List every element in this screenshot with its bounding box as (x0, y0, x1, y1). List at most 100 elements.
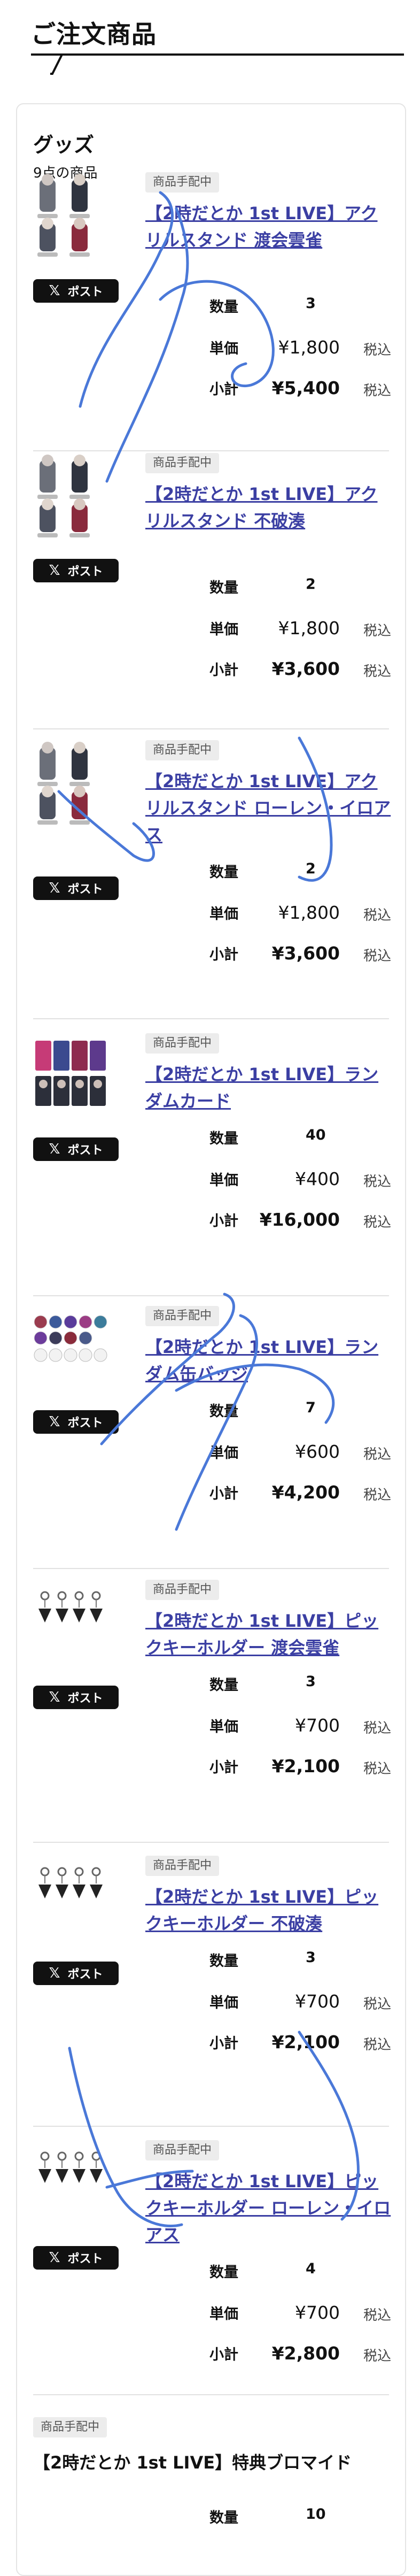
subtotal-row: 小計 ¥2,100 税込 (209, 2032, 391, 2053)
product-thumbnail[interactable] (33, 1033, 108, 1119)
unit-price-value: ¥700 (295, 2302, 340, 2323)
subtotal-label: 小計 (209, 2035, 238, 2052)
subtotal-value: ¥4,200 (271, 1482, 340, 1503)
quantity-row: 数量 3 (209, 1673, 391, 1695)
product-thumbnail[interactable] (33, 1856, 108, 1941)
tax-label: 税込 (363, 1487, 391, 1503)
unit-price-label: 単価 (209, 906, 238, 922)
quantity-row: 数量 3 (209, 295, 391, 317)
product-thumbnail[interactable] (33, 740, 108, 826)
post-to-x-button[interactable]: 𝕏 ポスト (33, 876, 119, 900)
post-to-x-button[interactable]: 𝕏 ポスト (33, 2246, 119, 2270)
quantity-label: 数量 (209, 1131, 238, 1147)
quantity-value: 4 (306, 2260, 316, 2277)
x-logo-icon: 𝕏 (49, 283, 60, 299)
product-name-link[interactable]: 【2時だとか 1st LIVE】ピックキーホルダー 渡会雲雀 (145, 1608, 391, 1661)
tax-label: 税込 (363, 623, 391, 639)
quantity-row: 数量 3 (209, 1949, 391, 1971)
product-thumbnail[interactable] (33, 2140, 108, 2226)
unit-price-value: ¥1,800 (278, 337, 340, 358)
x-logo-icon: 𝕏 (49, 1689, 60, 1705)
product-name-link[interactable]: 【2時だとか 1st LIVE】ランダム缶バッジ (145, 1334, 391, 1387)
tax-label: 税込 (363, 908, 391, 924)
quantity-row: 数量 2 (209, 576, 391, 597)
post-label: ポスト (67, 1692, 103, 1705)
unit-price-row: 単価 ¥700 税込 (209, 2302, 391, 2324)
tax-label: 税込 (363, 342, 391, 358)
post-to-x-button[interactable]: 𝕏 ポスト (33, 1962, 119, 1985)
post-label: ポスト (67, 883, 103, 896)
header: ご注文商品 (0, 0, 420, 80)
status-badge: 商品手配中 (145, 1033, 220, 1054)
list-item: 商品手配中 【2時だとか 1st LIVE】特典ブロマイド 数量 10 (33, 2417, 389, 2556)
product-name-link[interactable]: 【2時だとか 1st LIVE】アクリルスタンド 渡会雲雀 (145, 200, 391, 253)
subtotal-value: ¥2,800 (271, 2343, 340, 2364)
product-name-link[interactable]: 【2時だとか 1st LIVE】ランダムカード (145, 1061, 391, 1114)
quantity-label: 数量 (209, 1677, 238, 1694)
tax-label: 税込 (363, 1761, 391, 1777)
subtotal-label: 小計 (209, 381, 238, 398)
unit-price-label: 単価 (209, 1719, 238, 1735)
quantity-value: 7 (306, 1400, 316, 1416)
unit-price-row: 単価 ¥400 税込 (209, 1168, 391, 1190)
quantity-row: 数量 40 (209, 1127, 391, 1148)
unit-price-value: ¥1,800 (278, 618, 340, 639)
order-items-card: グッズ 9点の商品 𝕏 ポスト 商品手配中 【2時だとか 1st LIVE】アクリルス… (16, 103, 406, 2576)
subtotal-row: 小計 ¥2,100 税込 (209, 1756, 391, 1777)
product-thumbnail[interactable] (33, 1580, 108, 1665)
list-item: 𝕏 ポスト 商品手配中 【2時だとか 1st LIVE】ピックキーホルダー 渡会雲雀数… (33, 1580, 391, 1843)
quantity-row: 数量 4 (209, 2260, 391, 2282)
status-badge: 商品手配中 (145, 172, 220, 193)
quantity-value: 3 (306, 1673, 316, 1690)
subtotal-label: 小計 (209, 1759, 238, 1776)
quantity-value: 3 (306, 1949, 316, 1966)
unit-price-label: 単価 (209, 1172, 238, 1189)
product-name-link[interactable]: 【2時だとか 1st LIVE】ピックキーホルダー ローレン・イロアス (145, 2168, 391, 2248)
product-thumbnail[interactable] (33, 172, 108, 258)
tax-label: 税込 (363, 2037, 391, 2053)
quantity-value: 40 (306, 1127, 326, 1143)
unit-price-label: 単価 (209, 1995, 238, 2011)
unit-price-label: 単価 (209, 2306, 238, 2323)
list-item: 𝕏 ポスト 商品手配中 【2時だとか 1st LIVE】ピックキーホルダー ローレン・… (33, 2140, 391, 2395)
product-thumbnail[interactable] (33, 1306, 108, 1391)
x-logo-icon: 𝕏 (49, 1965, 60, 1981)
list-item: 𝕏 ポスト 商品手配中【2時だとか 1st LIVE】アクリルスタンド ローレン・イ… (33, 740, 391, 1019)
quantity-value: 2 (306, 860, 316, 877)
subtotal-value: ¥16,000 (259, 1209, 340, 1230)
post-label: ポスト (67, 286, 103, 299)
product-name-link[interactable]: 【2時だとか 1st LIVE】ピックキーホルダー 不破湊 (145, 1883, 391, 1937)
subtotal-row: 小計 ¥3,600 税込 (209, 943, 391, 964)
unit-price-label: 単価 (209, 1445, 238, 1462)
unit-price-row: 単価 ¥700 税込 (209, 1715, 391, 1736)
list-item: 𝕏 ポスト 商品手配中 【2時だとか 1st LIVE】アクリルスタンド 不破湊 数量 2… (33, 453, 391, 729)
page-title: ご注文商品 (31, 20, 157, 49)
subtotal-value: ¥3,600 (271, 658, 340, 679)
product-thumbnail[interactable] (33, 453, 108, 539)
quantity-label: 数量 (209, 299, 238, 316)
subtotal-row: 小計 ¥4,200 税込 (209, 1482, 391, 1503)
unit-price-label: 単価 (209, 341, 238, 357)
subtotal-label: 小計 (209, 1486, 238, 1502)
subtotal-label: 小計 (209, 662, 238, 679)
subtotal-row: 小計 ¥5,400 税込 (209, 378, 391, 399)
post-to-x-button[interactable]: 𝕏 ポスト (33, 1410, 119, 1434)
quantity-row: 数量 7 (209, 1400, 391, 1421)
unit-price-row: 単価 ¥600 税込 (209, 1441, 391, 1463)
unit-price-value: ¥600 (295, 1441, 340, 1462)
product-name-link[interactable]: 【2時だとか 1st LIVE】アクリルスタンド ローレン・イロアス (145, 768, 391, 848)
product-name-link[interactable]: 【2時だとか 1st LIVE】アクリルスタンド 不破湊 (145, 481, 391, 534)
tax-label: 税込 (363, 1174, 391, 1190)
post-to-x-button[interactable]: 𝕏 ポスト (33, 279, 119, 303)
quantity-row: 数量 2 (209, 860, 391, 882)
status-badge: 商品手配中 (145, 740, 220, 760)
post-to-x-button[interactable]: 𝕏 ポスト (33, 559, 119, 582)
subtotal-row: 小計 ¥3,600 税込 (209, 658, 391, 680)
post-to-x-button[interactable]: 𝕏 ポスト (33, 1686, 119, 1709)
status-badge: 商品手配中 (145, 1306, 220, 1326)
post-to-x-button[interactable]: 𝕏 ポスト (33, 1137, 119, 1161)
tax-label: 税込 (363, 664, 391, 680)
quantity-label: 数量 (209, 2264, 238, 2281)
tax-label: 税込 (363, 2348, 391, 2364)
x-logo-icon: 𝕏 (49, 1141, 60, 1157)
